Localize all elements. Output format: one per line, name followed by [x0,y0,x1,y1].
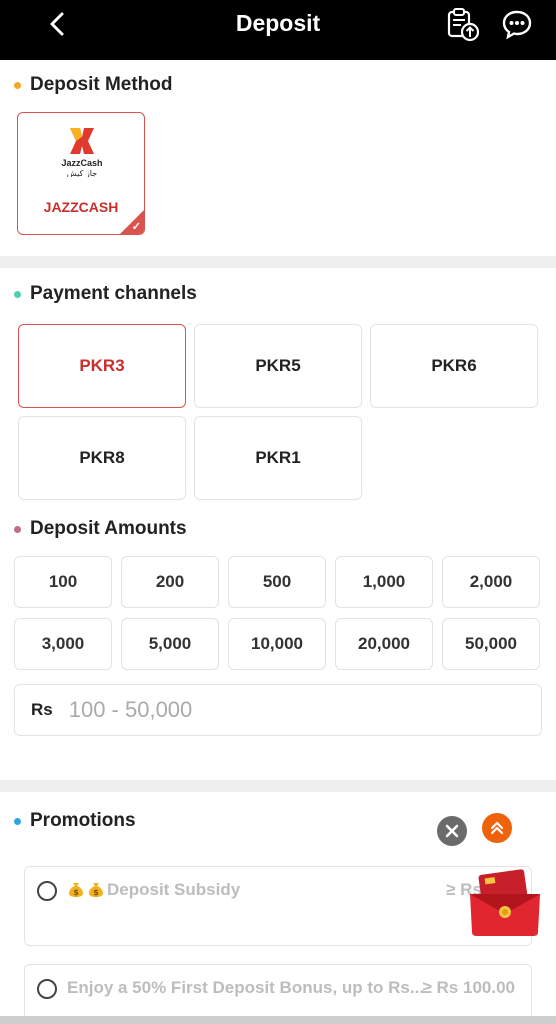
money-bag-icon: $ [69,883,83,897]
section-dot-icon [14,817,21,825]
promotion-min-amount: ≥ Rs 100.00 [422,978,515,997]
close-promotions-button[interactable] [437,816,467,846]
amount-option[interactable]: 1,000 [335,556,433,608]
channel-pkr3[interactable]: PKR3 [18,324,186,408]
customer-support-icon[interactable] [500,8,534,40]
amount-option[interactable]: 2,000 [442,556,540,608]
money-bag-icon: $ [89,883,103,897]
amount-option[interactable]: 100 [14,556,112,608]
amount-input-box[interactable]: Rs [14,684,542,736]
payment-method-jazzcash[interactable]: JazzCash جاز کیش JAZZCASH ✓ [17,112,145,235]
amount-option[interactable]: 3,000 [14,618,112,670]
amount-option[interactable]: 5,000 [121,618,219,670]
channel-pkr5[interactable]: PKR5 [194,324,362,408]
checkmark-icon: ✓ [131,221,141,233]
section-dot-icon [14,81,21,89]
channel-pkr6[interactable]: PKR6 [370,324,538,408]
deposit-history-icon[interactable] [444,6,480,42]
svg-text:JazzCash: JazzCash [61,158,102,168]
close-icon [445,824,459,838]
top-bar: Deposit [0,0,556,60]
amount-option[interactable]: 50,000 [442,618,540,670]
deposit-method-title: Deposit Method [14,74,173,96]
promotion-title: $ $ Deposit Subsidy [67,880,240,900]
promotions-title: Promotions [14,810,136,832]
amount-option[interactable]: 200 [121,556,219,608]
bottom-strip [0,1016,556,1024]
collapse-promotions-button[interactable] [482,813,512,843]
section-dot-icon [14,525,21,533]
currency-label: Rs [31,700,53,719]
promotion-item[interactable]: $ $ Deposit Subsidy ≥ Rs 100 [24,866,532,946]
payment-channels-title: Payment channels [14,283,197,305]
red-envelope-icon[interactable] [466,868,544,938]
svg-text:$: $ [93,888,99,897]
channel-pkr1[interactable]: PKR1 [194,416,362,500]
promotion-radio[interactable] [37,979,57,999]
amount-option[interactable]: 20,000 [335,618,433,670]
amount-option[interactable]: 10,000 [228,618,326,670]
channel-pkr8[interactable]: PKR8 [18,416,186,500]
amount-option[interactable]: 500 [228,556,326,608]
promotion-item[interactable]: Enjoy a 50% First Deposit Bonus, up to R… [24,964,532,1024]
jazzcash-logo: JazzCash جاز کیش [61,128,103,177]
chevron-double-up-icon [490,821,504,835]
section-dot-icon [14,290,21,298]
svg-text:جاز کیش: جاز کیش [67,169,97,177]
promotion-radio[interactable] [37,881,57,901]
promotion-title: Enjoy a 50% First Deposit Bonus, up to R… [67,978,425,997]
amount-input[interactable] [68,697,469,723]
svg-text:$: $ [73,888,79,897]
deposit-amounts-title: Deposit Amounts [14,518,187,540]
